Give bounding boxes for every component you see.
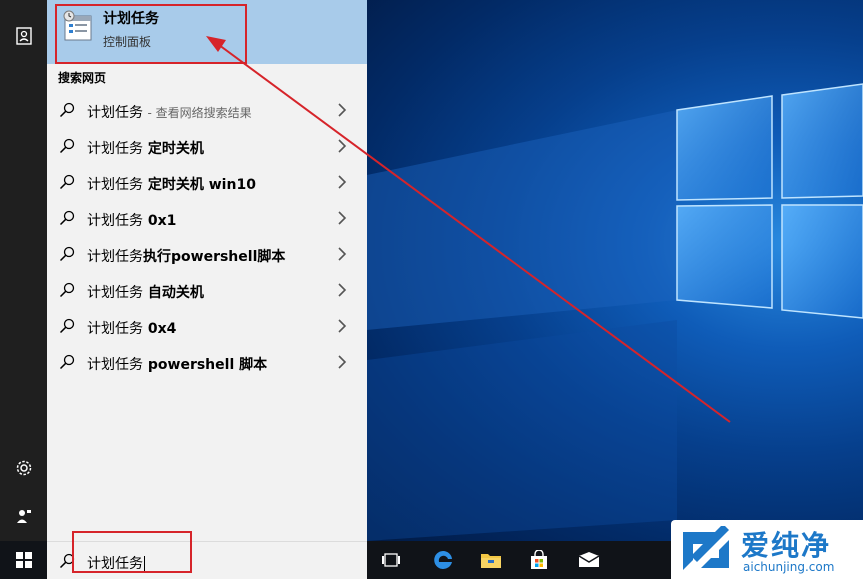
search-icon [59,102,75,118]
start-button[interactable] [0,541,47,579]
chevron-right-icon [338,211,347,225]
watermark-site-text: aichunjing.com [743,560,835,574]
web-result-row[interactable]: 计划任务 - 查看网络搜索结果 [47,93,367,129]
chevron-right-icon [338,319,347,333]
web-result-text: 计划任务 定时关机 [87,138,204,158]
desktop-wallpaper [367,0,863,541]
search-icon [59,210,75,226]
search-icon [59,174,75,190]
search-icon [59,318,75,334]
web-result-prefix: 计划任务 [87,213,143,229]
web-result-text: 计划任务 0x4 [87,318,176,338]
mail-icon[interactable] [576,547,602,573]
windows-logo-icon [15,552,32,568]
web-result-row[interactable]: 计划任务 自动关机 [47,273,367,309]
web-result-text: 计划任务 定时关机 win10 [87,174,256,194]
web-result-prefix: 计划任务 [87,321,143,337]
web-result-prefix: 计划任务 [87,357,143,373]
web-result-suffix: 定时关机 win10 [143,177,256,193]
chevron-right-icon [338,283,347,297]
web-result-text: 计划任务 powershell 脚本 [87,354,267,374]
chevron-right-icon [338,139,347,153]
web-result-suffix: 0x1 [143,213,177,229]
annotation-highlight-box [55,4,247,64]
web-result-prefix: 计划任务 [87,249,143,265]
web-result-row[interactable]: 计划任务 定时关机 [47,129,367,165]
web-result-text: 计划任务 自动关机 [87,282,204,302]
chevron-right-icon [338,175,347,189]
edge-browser-icon[interactable] [430,547,456,573]
search-icon [59,354,75,370]
settings-gear-icon[interactable] [0,448,47,488]
web-result-text: 计划任务 - 查看网络搜索结果 [87,102,252,122]
web-result-suffix: powershell 脚本 [143,357,268,373]
site-watermark: 爱纯净 aichunjing.com [671,520,863,579]
start-menu-rail [0,0,47,541]
web-result-row[interactable]: 计划任务 powershell 脚本 [47,345,367,381]
chevron-right-icon [338,355,347,369]
web-result-hint: - 查看网络搜索结果 [147,106,252,120]
user-feedback-icon[interactable] [0,496,47,536]
web-search-section-heading: 搜索网页 [58,71,107,85]
web-result-suffix: 0x4 [143,321,177,337]
chevron-right-icon [338,103,347,117]
web-result-row[interactable]: 计划任务 定时关机 win10 [47,165,367,201]
web-result-row[interactable]: 计划任务 0x4 [47,309,367,345]
web-result-prefix: 计划任务 [87,285,143,301]
web-result-suffix: 执行powershell脚本 [143,249,286,265]
web-result-text: 计划任务执行powershell脚本 [87,246,285,266]
web-result-prefix: 计划任务 [87,177,143,193]
search-icon [59,246,75,262]
watermark-brand-text: 爱纯净 [741,529,832,562]
task-view-icon[interactable] [378,547,404,573]
user-account-icon[interactable] [0,16,47,56]
annotation-search-highlight-box [72,531,192,573]
search-icon [59,282,75,298]
web-result-row[interactable]: 计划任务 0x1 [47,201,367,237]
web-result-row[interactable]: 计划任务执行powershell脚本 [47,237,367,273]
chevron-right-icon [338,247,347,261]
search-results-panel: 计划任务 控制面板 搜索网页 计划任务 - 查看网络搜索结果 计划任务 定时关机计… [47,0,367,541]
web-result-prefix: 计划任务 [87,141,143,157]
store-icon[interactable] [526,547,552,573]
watermark-logo-icon [683,526,729,570]
file-explorer-icon[interactable] [478,547,504,573]
windows-logo-wallpaper [367,83,863,541]
search-icon [59,138,75,154]
web-result-text: 计划任务 0x1 [87,210,176,230]
web-result-suffix: 自动关机 [143,285,204,301]
web-result-suffix: 定时关机 [143,141,204,157]
web-result-prefix: 计划任务 [87,105,143,121]
